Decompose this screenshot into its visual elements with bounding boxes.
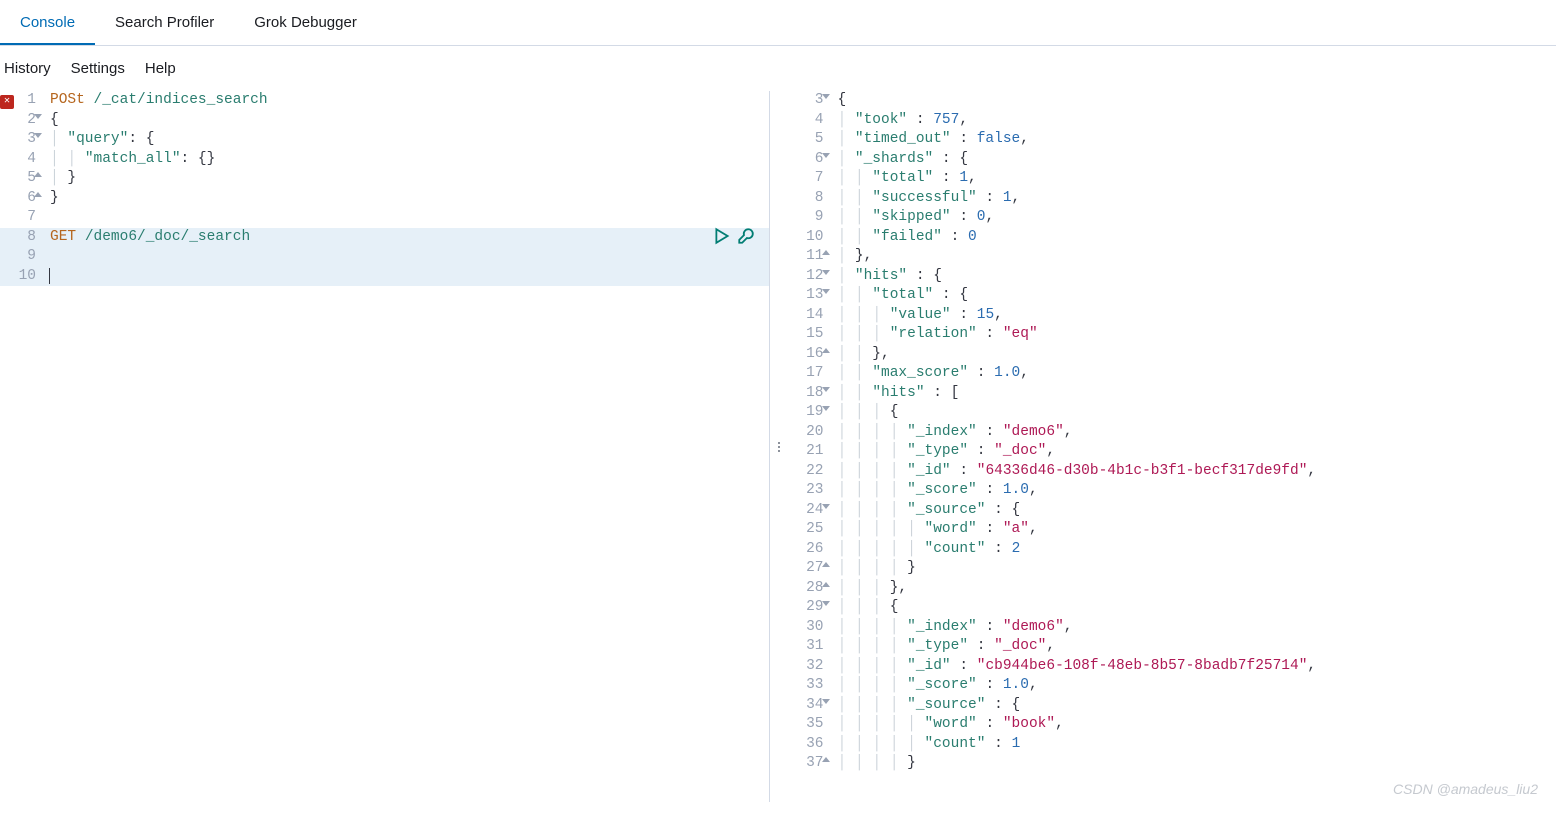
code-line[interactable]: 26 │ │ │ │ │ "count" : 2 [788, 540, 1556, 560]
code-line[interactable]: 8 GET /demo6/_doc/_search [0, 228, 769, 248]
tab-grok-debugger[interactable]: Grok Debugger [234, 0, 377, 45]
code-line[interactable]: 33 │ │ │ │ "_score" : 1.0, [788, 676, 1556, 696]
code-line[interactable]: 35 │ │ │ │ │ "word" : "book", [788, 715, 1556, 735]
code-line[interactable]: ✕1 POSt /_cat/indices_search [0, 91, 769, 111]
pane-resize-handle[interactable] [770, 91, 788, 802]
code-line[interactable]: 22 │ │ │ │ "_id" : "64336d46-d30b-4b1c-b… [788, 462, 1556, 482]
subtab-help[interactable]: Help [145, 60, 176, 77]
code-line[interactable]: 2 { [0, 111, 769, 131]
subtab-history[interactable]: History [4, 60, 51, 77]
tab-search-profiler[interactable]: Search Profiler [95, 0, 234, 45]
code-line[interactable]: 25 │ │ │ │ │ "word" : "a", [788, 520, 1556, 540]
code-line[interactable]: 17 │ │ "max_score" : 1.0, [788, 364, 1556, 384]
code-line[interactable]: 11 │ }, [788, 247, 1556, 267]
code-line[interactable]: 3 │ "query": { [0, 130, 769, 150]
code-line[interactable]: 20 │ │ │ │ "_index" : "demo6", [788, 423, 1556, 443]
code-line[interactable]: 10 [0, 267, 769, 287]
main-tabs: Console Search Profiler Grok Debugger [0, 0, 1556, 46]
code-line[interactable]: 21 │ │ │ │ "_type" : "_doc", [788, 442, 1556, 462]
watermark: CSDN @amadeus_liu2 [1393, 781, 1538, 797]
request-editor[interactable]: ✕1 POSt /_cat/indices_search 2 { 3 │ "qu… [0, 91, 770, 802]
code-line[interactable]: 6 } [0, 189, 769, 209]
code-line[interactable]: 8 │ │ "successful" : 1, [788, 189, 1556, 209]
tab-console[interactable]: Console [0, 0, 95, 45]
code-line[interactable]: 15 │ │ │ "relation" : "eq" [788, 325, 1556, 345]
code-line[interactable]: 10 │ │ "failed" : 0 [788, 228, 1556, 248]
code-line[interactable]: 12 │ "hits" : { [788, 267, 1556, 287]
run-icon[interactable] [713, 227, 731, 245]
code-line[interactable]: 37 │ │ │ │ } [788, 754, 1556, 774]
code-line[interactable]: 4 │ "took" : 757, [788, 111, 1556, 131]
code-line[interactable]: 18 │ │ "hits" : [ [788, 384, 1556, 404]
code-line[interactable]: 24 │ │ │ │ "_source" : { [788, 501, 1556, 521]
code-line[interactable]: 5 │ "timed_out" : false, [788, 130, 1556, 150]
code-line[interactable]: 27 │ │ │ │ } [788, 559, 1556, 579]
wrench-icon[interactable] [737, 227, 755, 245]
editor-split: ✕1 POSt /_cat/indices_search 2 { 3 │ "qu… [0, 91, 1556, 802]
code-line[interactable]: 34 │ │ │ │ "_source" : { [788, 696, 1556, 716]
code-line[interactable]: 16 │ │ }, [788, 345, 1556, 365]
code-line[interactable]: 29 │ │ │ { [788, 598, 1556, 618]
error-icon: ✕ [0, 95, 14, 109]
code-line[interactable]: 7 [0, 208, 769, 228]
code-line[interactable]: 7 │ │ "total" : 1, [788, 169, 1556, 189]
code-line[interactable]: 36 │ │ │ │ │ "count" : 1 [788, 735, 1556, 755]
code-line[interactable]: 9 │ │ "skipped" : 0, [788, 208, 1556, 228]
code-line[interactable]: 23 │ │ │ │ "_score" : 1.0, [788, 481, 1556, 501]
code-line[interactable]: 14 │ │ │ "value" : 15, [788, 306, 1556, 326]
code-line[interactable]: 3 { [788, 91, 1556, 111]
code-line[interactable]: 6 │ "_shards" : { [788, 150, 1556, 170]
code-line[interactable]: 31 │ │ │ │ "_type" : "_doc", [788, 637, 1556, 657]
code-line[interactable]: 13 │ │ "total" : { [788, 286, 1556, 306]
code-line[interactable]: 4 │ │ "match_all": {} [0, 150, 769, 170]
code-line[interactable]: 5 │ } [0, 169, 769, 189]
code-line[interactable]: 9 [0, 247, 769, 267]
code-line[interactable]: 19 │ │ │ { [788, 403, 1556, 423]
console-subtabs: History Settings Help [0, 46, 1556, 91]
code-line[interactable]: 32 │ │ │ │ "_id" : "cb944be6-108f-48eb-8… [788, 657, 1556, 677]
subtab-settings[interactable]: Settings [71, 60, 125, 77]
response-viewer[interactable]: 3 { 4 │ "took" : 757, 5 │ "timed_out" : … [788, 91, 1556, 802]
code-line[interactable]: 28 │ │ │ }, [788, 579, 1556, 599]
code-line[interactable]: 30 │ │ │ │ "_index" : "demo6", [788, 618, 1556, 638]
